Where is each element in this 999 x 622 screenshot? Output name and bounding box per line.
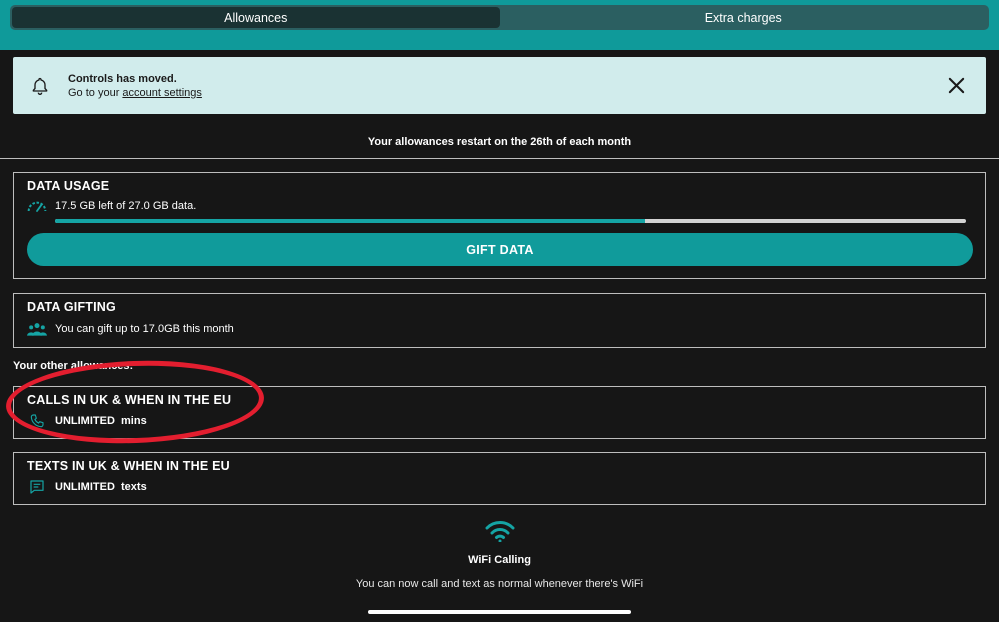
data-gifting-heading: DATA GIFTING	[27, 300, 116, 314]
calls-row: UNLIMITED mins	[27, 412, 147, 430]
texts-amount: UNLIMITED	[55, 481, 115, 493]
wifi-icon	[485, 521, 514, 542]
other-allowances-label: Your other allowances:	[13, 360, 134, 372]
wifi-calling-title: WiFi Calling	[468, 554, 531, 566]
phone-icon	[27, 412, 47, 430]
data-usage-bar-fill	[55, 219, 646, 223]
controls-moved-banner: Controls has moved. Go to your account s…	[13, 57, 986, 114]
calls-allowance-text: UNLIMITED mins	[55, 415, 147, 427]
texts-card: TEXTS IN UK & WHEN IN THE EU UNLIMITED t…	[13, 452, 986, 505]
bell-icon	[32, 77, 48, 95]
top-bar: Allowances Extra charges	[0, 0, 999, 50]
data-gifting-card: DATA GIFTING You can gift up to 17.0GB t…	[13, 293, 986, 348]
group-icon	[27, 320, 47, 338]
data-usage-card: DATA USAGE 17.5 GB left of 27.0 GB data.…	[13, 172, 986, 279]
texts-unit: texts	[121, 481, 147, 493]
calls-unit: mins	[121, 415, 147, 427]
data-gifting-row: You can gift up to 17.0GB this month	[27, 320, 234, 338]
calls-card: CALLS IN UK & WHEN IN THE EU UNLIMITED m…	[13, 386, 986, 439]
data-gifting-text: You can gift up to 17.0GB this month	[55, 323, 234, 335]
calls-amount: UNLIMITED	[55, 415, 115, 427]
tab-switcher: Allowances Extra charges	[10, 5, 989, 30]
tab-extra-charges[interactable]: Extra charges	[500, 7, 988, 28]
chat-icon	[27, 478, 47, 496]
wifi-calling-section: WiFi Calling You can now call and text a…	[0, 520, 999, 590]
data-usage-bar	[55, 219, 966, 223]
gift-data-button[interactable]: GIFT DATA	[27, 233, 973, 266]
texts-heading: TEXTS IN UK & WHEN IN THE EU	[27, 459, 230, 473]
tab-allowances[interactable]: Allowances	[12, 7, 500, 28]
texts-allowance-text: UNLIMITED texts	[55, 481, 147, 493]
close-icon[interactable]	[947, 76, 966, 95]
banner-subtitle: Go to your account settings	[68, 87, 202, 99]
account-settings-link[interactable]: account settings	[122, 87, 202, 99]
divider	[0, 158, 999, 159]
speedometer-icon	[27, 197, 47, 215]
data-usage-heading: DATA USAGE	[27, 179, 110, 193]
data-usage-text: 17.5 GB left of 27.0 GB data.	[55, 200, 197, 212]
banner-sub-prefix: Go to your	[68, 87, 123, 99]
banner-title: Controls has moved.	[68, 73, 177, 85]
calls-heading: CALLS IN UK & WHEN IN THE EU	[27, 393, 232, 407]
texts-row: UNLIMITED texts	[27, 478, 147, 496]
home-indicator[interactable]	[368, 610, 631, 614]
data-usage-row: 17.5 GB left of 27.0 GB data.	[27, 197, 196, 215]
wifi-calling-subtitle: You can now call and text as normal when…	[355, 578, 644, 590]
restart-info: Your allowances restart on the 26th of e…	[367, 136, 632, 148]
